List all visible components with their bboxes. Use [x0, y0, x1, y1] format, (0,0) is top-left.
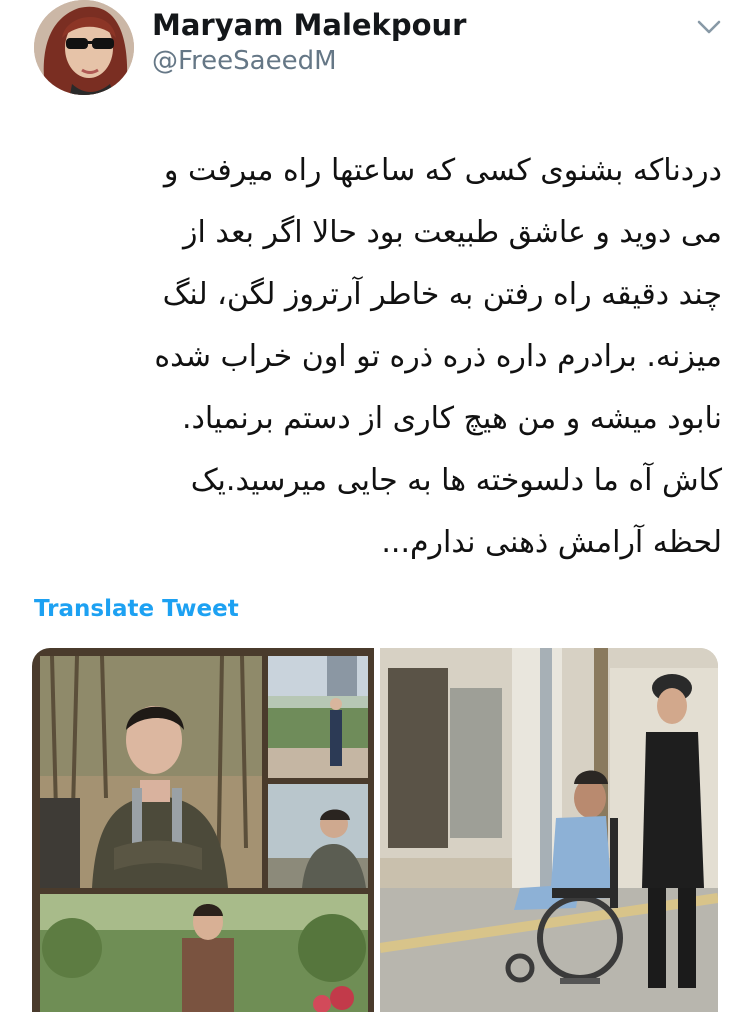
tweet-line: میزنه. برادرم داره ذره ذره تو اون خراب ش…	[154, 339, 722, 374]
translate-tweet-link[interactable]: Translate Tweet	[34, 596, 239, 622]
author-name[interactable]: Maryam Malekpour	[152, 8, 466, 42]
tweet-line: دردناکه بشنوی کسی که ساعتها راه میرفت و	[163, 153, 722, 188]
chevron-down-icon[interactable]	[692, 12, 726, 42]
tweet-line: نابود میشه و من هیچ کاری از دستم برنمیاد…	[182, 401, 722, 436]
tweet-text: دردناکه بشنوی کسی که ساعتها راه میرفت و …	[40, 140, 722, 574]
author-avatar[interactable]	[34, 0, 134, 95]
author-handle[interactable]: @FreeSaeedM	[152, 46, 337, 76]
photo-hospital-wheelchair[interactable]	[379, 648, 718, 1012]
tweet-line: لحظه آرامش ذهنی ندارم...	[381, 525, 722, 560]
tweet-line: چند دقیقه راه رفتن به خاطر آرتروز لگن، ل…	[162, 277, 722, 312]
tweet-line: می دوید و عاشق طبیعت بود حالا اگر بعد از	[182, 215, 722, 250]
tweet-line: کاش آه ما دلسوخته ها به جایی میرسید.یک	[190, 463, 722, 498]
photo-collage[interactable]	[32, 648, 374, 1012]
tweet-media[interactable]	[32, 648, 718, 1012]
